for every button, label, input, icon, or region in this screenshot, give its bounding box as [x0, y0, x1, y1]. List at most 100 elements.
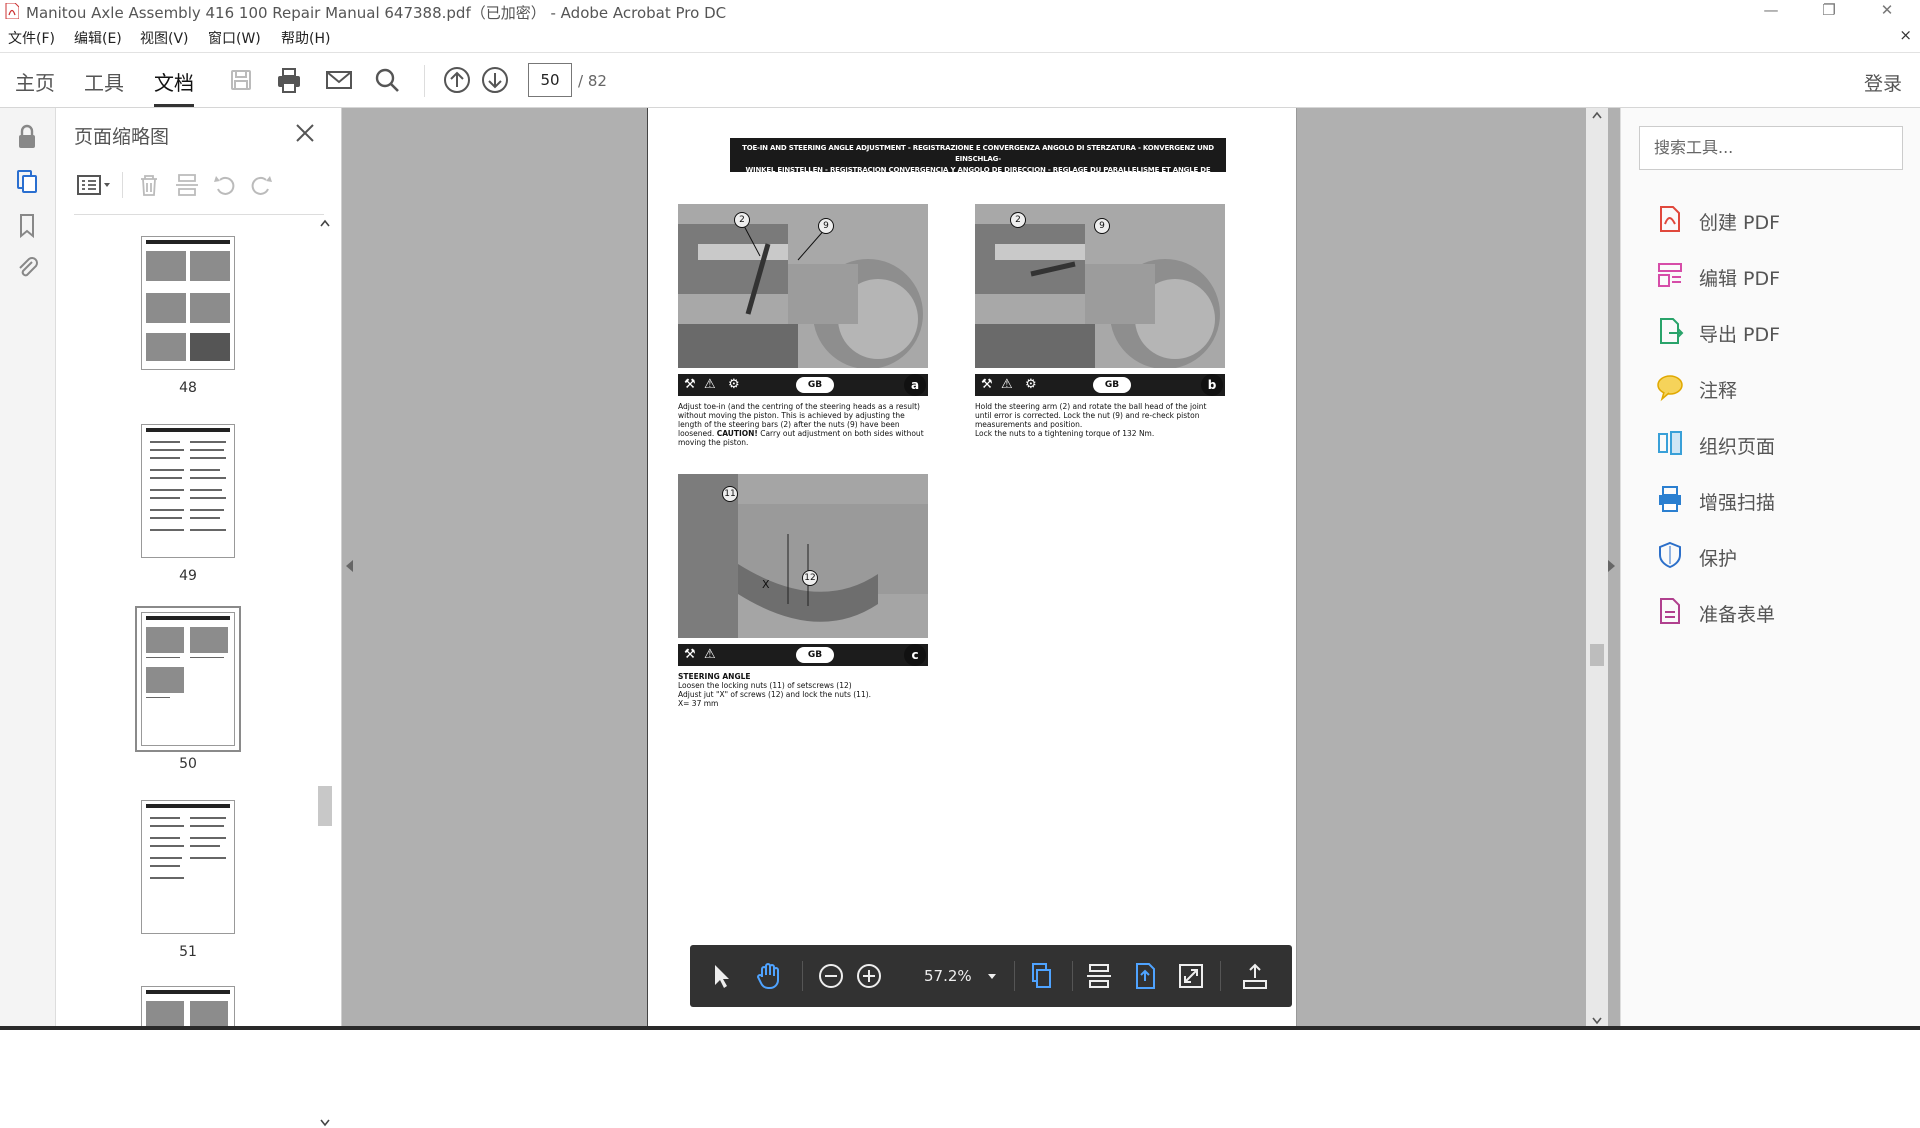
options-menu-icon[interactable] [74, 170, 114, 200]
arrow-up-circle-icon[interactable] [440, 63, 474, 97]
restore-button[interactable]: ❐ [1806, 0, 1852, 22]
wrench-icon: ⚒ [684, 377, 696, 392]
zoom-level-value: 57.2% [924, 967, 972, 985]
close-icon[interactable] [292, 120, 318, 146]
tool-edit-pdf[interactable]: 编辑 PDF [1655, 256, 1895, 296]
page-number-input[interactable]: 50 [528, 63, 572, 97]
active-tab-indicator [154, 104, 194, 107]
close-document-button[interactable]: × [1899, 26, 1912, 44]
wrench-icon: ⚒ [981, 377, 993, 392]
tool-export-pdf[interactable]: 导出 PDF [1655, 312, 1895, 352]
extract-pages-icon[interactable] [172, 170, 202, 200]
scroll-up-icon[interactable] [319, 218, 331, 228]
rotate-right-icon[interactable] [246, 170, 276, 200]
rotate-left-icon[interactable] [210, 170, 240, 200]
save-icon[interactable] [224, 63, 258, 97]
main-toolbar: 主页 工具 文档 50 / 82 登录 [0, 52, 1920, 108]
thumbnail-toolbar [74, 166, 324, 206]
thumbnail-label: 49 [179, 568, 197, 584]
document-scrollbar[interactable] [1586, 108, 1608, 1030]
menu-file[interactable]: 文件(F) [8, 28, 55, 48]
login-button[interactable]: 登录 [1864, 69, 1902, 96]
zoom-in-icon[interactable] [852, 959, 886, 993]
menu-help[interactable]: 帮助(H) [281, 28, 330, 48]
search-tools-input[interactable]: 搜索工具... [1639, 126, 1903, 170]
attachment-icon[interactable] [12, 252, 42, 282]
thumbnail-page-52-partial[interactable] [141, 986, 235, 1030]
arrow-down-circle-icon[interactable] [478, 63, 512, 97]
hand-tool-icon[interactable] [752, 959, 786, 993]
mail-icon[interactable] [322, 63, 356, 97]
toolbar-separator [1220, 961, 1221, 991]
torque-icon: ⚙ [1025, 377, 1037, 392]
tab-document[interactable]: 文档 [154, 67, 194, 96]
search-icon[interactable] [370, 63, 404, 97]
print-icon[interactable] [272, 63, 306, 97]
thumbnail-page-50[interactable] [135, 606, 241, 752]
scroll-down-icon[interactable] [319, 1118, 331, 1128]
language-badge: GB [796, 377, 834, 393]
panel-divider [74, 214, 324, 215]
thumbnail-page-51[interactable] [141, 800, 235, 934]
thumbnail-scrollbar[interactable] [316, 218, 334, 1127]
toolbar-separator [1014, 961, 1015, 991]
callout-label: 9 [1094, 218, 1110, 234]
callout-label: 2 [1010, 212, 1026, 228]
tool-separator [122, 172, 123, 198]
document-viewport[interactable]: TOE-IN AND STEERING ANGLE ADJUSTMENT - R… [342, 108, 1620, 1030]
fit-width-icon[interactable] [1082, 959, 1116, 993]
close-window-button[interactable]: ✕ [1864, 0, 1910, 22]
comment-icon [1657, 375, 1683, 402]
scrollbar-thumb[interactable] [1590, 644, 1604, 666]
bookmark-icon[interactable] [12, 210, 42, 240]
full-screen-icon[interactable] [1174, 959, 1208, 993]
scroll-up-icon[interactable] [1591, 110, 1603, 120]
tool-create-pdf[interactable]: 创建 PDF [1655, 200, 1895, 240]
tool-comment[interactable]: 注释 [1655, 368, 1895, 408]
tools-pane: 搜索工具... 创建 PDF 编辑 PDF 导出 PDF 注释 组织页面 增强扫 [1620, 108, 1920, 1030]
figure-b-caption-bar: ⚒ ⚠ ⚙ GB [975, 374, 1225, 396]
figure-letter-c: c [904, 644, 926, 666]
expand-right-panel-icon[interactable] [1608, 560, 1615, 572]
thumbnail-page-48[interactable] [141, 236, 235, 370]
thumbnail-page-49[interactable] [141, 424, 235, 558]
menu-window[interactable]: 窗口(W) [208, 28, 261, 48]
warning-icon: ⚠ [704, 647, 716, 662]
create-pdf-icon [1660, 206, 1680, 232]
tool-organize-pages[interactable]: 组织页面 [1655, 424, 1895, 464]
tab-home[interactable]: 主页 [15, 67, 55, 96]
title-bar: Manitou Axle Assembly 416 100 Repair Man… [0, 0, 1920, 22]
collapse-left-panel-icon[interactable] [346, 560, 353, 572]
thumbnail-label: 50 [179, 756, 197, 772]
language-badge: GB [796, 647, 834, 663]
minimize-button[interactable]: — [1748, 0, 1794, 22]
zoom-out-icon[interactable] [814, 959, 848, 993]
scroll-down-icon[interactable] [1591, 1016, 1603, 1026]
page-banner: TOE-IN AND STEERING ANGLE ADJUSTMENT - R… [730, 138, 1226, 185]
tool-prepare-form[interactable]: 准备表单 [1655, 592, 1895, 632]
scrolling-mode-icon[interactable] [1024, 959, 1058, 993]
prepare-form-icon [1660, 598, 1680, 624]
wrench-icon: ⚒ [684, 647, 696, 662]
figure-c-photo [678, 474, 928, 638]
fit-page-icon[interactable] [1128, 959, 1162, 993]
zoom-level-dropdown[interactable]: 57.2% [912, 961, 1004, 991]
dimension-x-label: X [762, 578, 770, 591]
callout-label: 2 [734, 212, 750, 228]
tool-protect[interactable]: 保护 [1655, 536, 1895, 576]
delete-icon[interactable] [134, 170, 164, 200]
figure-letter-a: a [904, 374, 926, 396]
menu-view[interactable]: 视图(V) [140, 28, 189, 48]
lock-icon[interactable] [12, 122, 42, 152]
upload-share-icon[interactable] [1238, 959, 1272, 993]
menu-edit[interactable]: 编辑(E) [74, 28, 122, 48]
scrollbar-thumb[interactable] [318, 786, 332, 826]
left-navigation-rail [0, 108, 56, 1030]
tool-enhance-scans[interactable]: 增强扫描 [1655, 480, 1895, 520]
page-total-label: / 82 [578, 72, 607, 90]
window-title: Manitou Axle Assembly 416 100 Repair Man… [26, 4, 727, 22]
page-thumbnails-icon[interactable] [12, 166, 42, 196]
panel-title: 页面缩略图 [74, 126, 170, 148]
tab-tools[interactable]: 工具 [84, 67, 124, 96]
select-cursor-icon[interactable] [704, 959, 738, 993]
